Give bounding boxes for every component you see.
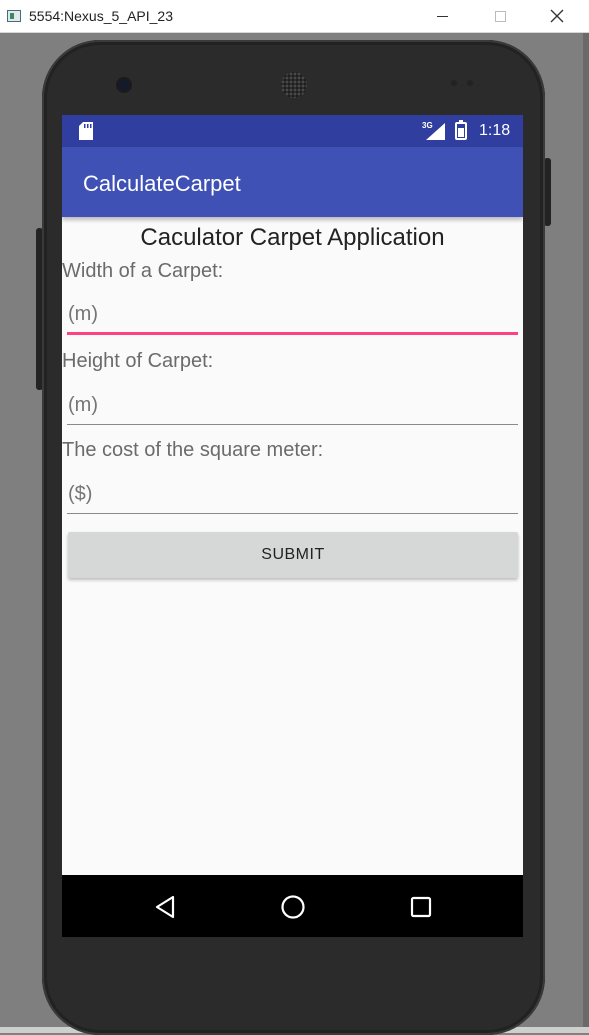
- minimize-icon: [436, 15, 448, 17]
- cost-label: The cost of the square meter:: [62, 439, 324, 461]
- window-title: 5554:Nexus_5_API_23: [29, 8, 173, 24]
- battery-charging-icon: [455, 120, 467, 140]
- home-button[interactable]: [278, 892, 308, 922]
- height-input[interactable]: [67, 387, 518, 425]
- app-toolbar: CalculateCarpet: [62, 147, 523, 217]
- height-label: Height of Carpet:: [62, 350, 214, 372]
- page-title: Caculator Carpet Application: [140, 224, 445, 251]
- maximize-icon: [494, 10, 506, 22]
- light-sensor-icon: [467, 80, 473, 86]
- signal-icon: [426, 123, 445, 140]
- navigation-bar: [62, 875, 523, 937]
- recents-button[interactable]: [406, 892, 436, 922]
- back-triangle-icon: [155, 895, 175, 919]
- front-camera-icon: [118, 79, 130, 91]
- proximity-sensor-icon: [451, 80, 457, 86]
- recents-square-icon: [410, 896, 432, 918]
- home-circle-icon: [281, 895, 305, 919]
- status-time: 1:18: [479, 122, 511, 139]
- emulator-window-icon: [7, 10, 21, 22]
- close-icon: [550, 9, 564, 23]
- power-button[interactable]: [544, 158, 551, 226]
- phone-screen: 3G 1:18 CalculateCarpet Caculator Carpet…: [62, 115, 523, 937]
- status-bar: 3G 1:18: [62, 115, 523, 147]
- back-button[interactable]: [150, 892, 180, 922]
- emulator-side-strip: [583, 33, 589, 1033]
- width-input[interactable]: [67, 297, 518, 335]
- earpiece-speaker-icon: [281, 72, 307, 98]
- cost-input[interactable]: [67, 476, 518, 514]
- maximize-button[interactable]: [477, 0, 523, 32]
- window-titlebar: 5554:Nexus_5_API_23: [0, 0, 589, 33]
- sd-card-icon: [79, 122, 93, 140]
- close-button[interactable]: [534, 0, 580, 32]
- minimize-button[interactable]: [419, 0, 465, 32]
- width-label: Width of a Carpet:: [62, 260, 224, 282]
- app-title: CalculateCarpet: [83, 171, 241, 196]
- submit-button[interactable]: SUBMIT: [68, 532, 518, 578]
